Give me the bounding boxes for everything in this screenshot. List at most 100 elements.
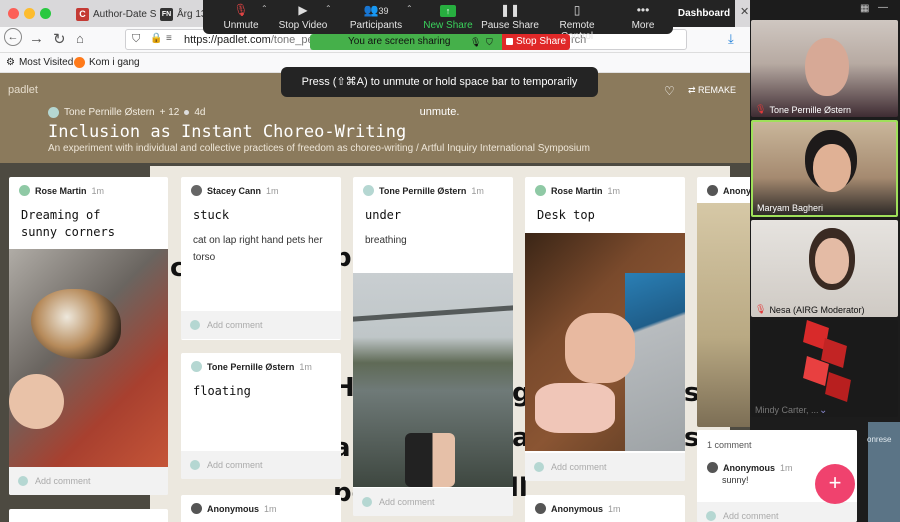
post-card[interactable]: Rose Martin 1m Desk top Add comment xyxy=(525,177,685,481)
video-tile[interactable]: Mindy Carter, ... ⌄ xyxy=(751,320,898,417)
comment-text: sunny! xyxy=(722,475,749,485)
avatar xyxy=(191,361,202,372)
pause-share-button[interactable]: ❚❚ Pause Share xyxy=(481,0,539,34)
screen-share-indicator: You are screen sharing 🎙 ⛉ Stop Share xyxy=(310,34,570,50)
control-label: Stop Video xyxy=(278,20,328,31)
mic-muted-icon: 🎙 xyxy=(755,304,767,314)
post-card[interactable]: Anonymous 1m xyxy=(181,495,341,522)
participant-face xyxy=(805,38,849,96)
minimize-icon[interactable]: — xyxy=(878,2,888,13)
post-header: Anonymous 1m xyxy=(191,503,277,514)
padlet-logo[interactable]: padlet xyxy=(8,84,38,96)
bookmark-label: Most Visited xyxy=(18,57,74,68)
new-share-button[interactable]: ↑ New Share xyxy=(421,0,475,34)
post-author: Anonymous xyxy=(551,503,604,514)
bookmark-kom-i-gang[interactable]: Kom i gang xyxy=(74,57,140,68)
gallery-view-icon[interactable]: ▦ xyxy=(860,3,869,14)
minimize-window-button[interactable] xyxy=(24,8,35,19)
avatar xyxy=(48,107,59,118)
close-tab-icon[interactable]: ✕ xyxy=(740,5,749,18)
reload-icon[interactable]: ↻ xyxy=(53,30,66,48)
mic-muted-icon: 🎙 xyxy=(470,37,482,47)
back-arrow-icon[interactable]: ← xyxy=(4,28,22,46)
control-label: More xyxy=(631,20,655,31)
home-icon[interactable]: ⌂ xyxy=(76,31,84,46)
post-header: Anonymous 1m xyxy=(535,503,621,514)
post-card[interactable]: Tone Pernille Østern 1m floating Add com… xyxy=(181,353,341,479)
post-author: Anonymous xyxy=(723,185,750,196)
add-comment-field[interactable]: Add comment xyxy=(181,451,341,479)
control-label: Pause Share xyxy=(481,20,539,31)
post-time: 1m xyxy=(607,185,621,196)
chevron-down-icon[interactable]: ⌄ xyxy=(819,405,827,416)
add-post-button[interactable]: + xyxy=(815,464,855,504)
post-time: 1m xyxy=(91,185,105,196)
participant-face xyxy=(815,238,849,284)
heart-icon[interactable]: ♡ xyxy=(664,84,675,98)
participants-icon: 👥39 xyxy=(363,3,389,17)
page-title: Inclusion as Instant Choreo-Writing xyxy=(48,122,407,142)
post-header: Rose Martin 1m xyxy=(19,185,104,196)
post-time: 1m xyxy=(608,503,621,514)
forward-arrow-icon[interactable]: → xyxy=(29,30,44,47)
desk-photo xyxy=(525,233,685,451)
participants-button[interactable]: 👥39 Participants xyxy=(343,0,409,34)
avatar xyxy=(190,460,200,470)
remote-control-button[interactable]: ▯ Remote Control xyxy=(543,0,611,42)
add-comment-field[interactable]: Add comment xyxy=(525,453,685,481)
sleeve-shape xyxy=(535,383,615,433)
participant-label: Tone Pernille Østern xyxy=(769,104,851,115)
pause-icon: ❚❚ xyxy=(499,3,521,17)
feet-shape xyxy=(405,433,455,487)
post-title: floating xyxy=(193,384,251,398)
shield-icon: ⛉ xyxy=(486,37,493,47)
add-comment-field[interactable]: Add comment xyxy=(9,467,168,495)
tab-author-date[interactable]: C Author-Date S xyxy=(76,3,156,25)
avatar xyxy=(19,185,30,196)
post-author: Rose Martin xyxy=(551,185,603,196)
video-tile[interactable]: 🎙 Tone Pernille Østern xyxy=(751,20,898,117)
comment-time: 1m xyxy=(780,462,793,473)
participant-name: Maryam Bagheri xyxy=(757,203,823,213)
post-card[interactable]: Anonymous 1m xyxy=(525,495,685,522)
unmute-button[interactable]: 🎙 Unmute xyxy=(215,0,267,34)
remake-button[interactable]: ⇄ REMAKE xyxy=(688,85,736,96)
video-tile[interactable]: 🎙 Nesa (AIRG Moderator) xyxy=(751,220,898,317)
chevron-up-icon[interactable]: ⌃ xyxy=(325,4,332,13)
post-card[interactable]: Stacey Cann 1m stuck cat on lap right ha… xyxy=(181,177,341,340)
dashboard-button[interactable]: Dashboard xyxy=(673,0,735,27)
chevron-up-icon[interactable]: ⌃ xyxy=(261,4,268,13)
participant-name: 🎙 Tone Pernille Østern xyxy=(755,104,851,115)
bookmark-most-visited[interactable]: ⚙ Most Visited xyxy=(6,57,73,68)
house-photo xyxy=(697,203,750,427)
participant-face xyxy=(813,144,851,192)
post-card[interactable]: Rose Martin 1m Dreaming of sunny corners… xyxy=(9,177,168,495)
avatar xyxy=(363,185,374,196)
add-comment-field[interactable]: Add comment xyxy=(181,311,341,339)
mic-muted-icon: 🎙 xyxy=(755,104,767,114)
post-author: Tone Pernille Østern xyxy=(379,185,467,196)
stop-video-button[interactable]: ▶ Stop Video xyxy=(275,0,331,34)
video-tile[interactable]: Maryam Bagheri xyxy=(751,120,898,217)
chevron-up-icon[interactable]: ⌃ xyxy=(406,4,413,13)
post-header: Stacey Cann 1m xyxy=(191,185,279,196)
stop-share-button[interactable]: Stop Share xyxy=(502,34,570,50)
add-comment-field[interactable]: Add comment xyxy=(697,502,857,522)
add-comment-label: Add comment xyxy=(207,320,263,330)
add-comment-field[interactable]: Add comment xyxy=(353,488,513,516)
control-label: New Share xyxy=(423,20,473,31)
download-icon[interactable]: ⤓ xyxy=(728,31,734,47)
post-card[interactable]: Tone Pernille Østern 1m under breathing … xyxy=(353,177,513,516)
post-card[interactable] xyxy=(9,509,168,522)
post-card[interactable]: Anonymous xyxy=(697,177,750,427)
post-title: Dreaming of sunny corners xyxy=(21,208,115,239)
cat-shape xyxy=(31,289,121,359)
post-time: 1m xyxy=(266,185,279,196)
post-header: Rose Martin 1m xyxy=(535,185,620,196)
maximize-window-button[interactable] xyxy=(40,8,51,19)
comment-count: 1 comment xyxy=(707,440,752,450)
bridge-shape xyxy=(353,305,513,322)
participant-count: 39 xyxy=(378,6,389,16)
more-button[interactable]: ••• More xyxy=(623,0,663,34)
close-window-button[interactable] xyxy=(8,8,19,19)
